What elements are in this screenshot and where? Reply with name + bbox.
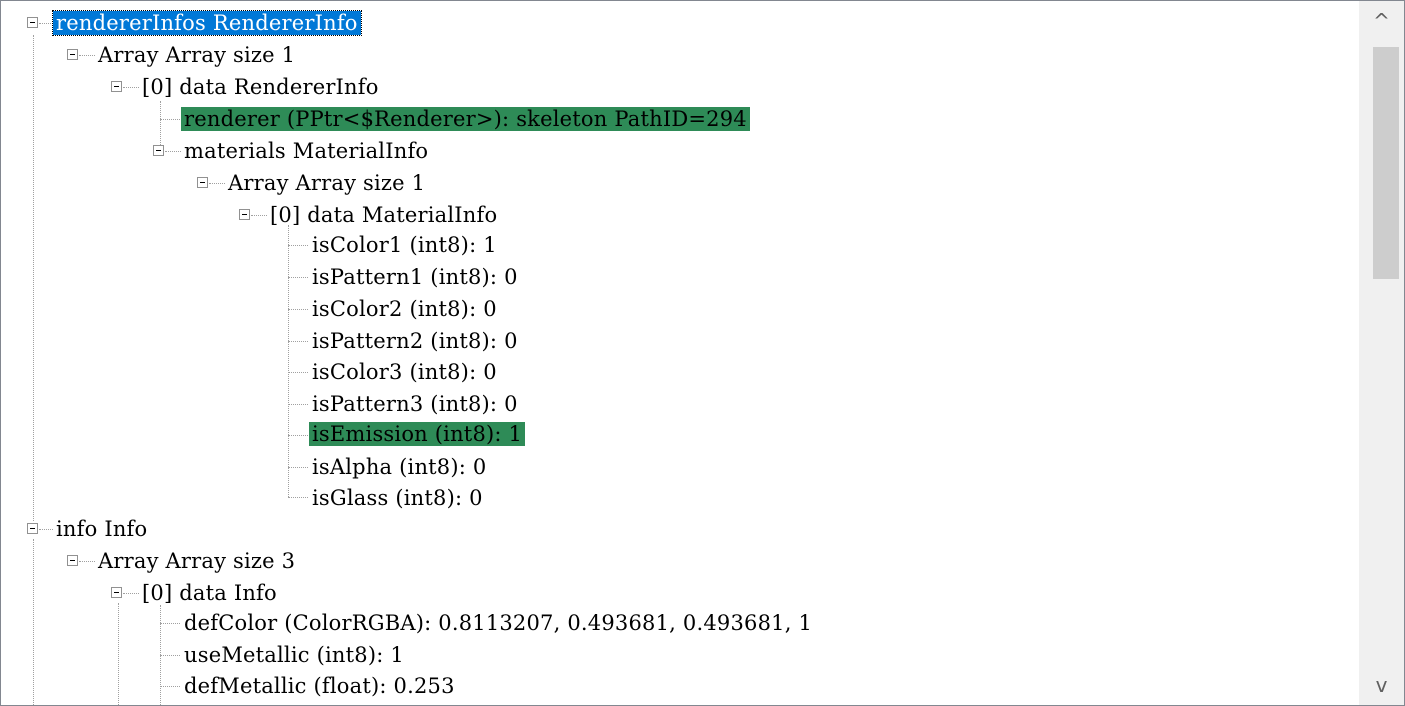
tree-connector <box>209 183 225 184</box>
tree-node-renderer-infos[interactable]: rendererInfos RendererInfo <box>52 10 362 36</box>
tree-connector <box>288 497 308 498</box>
tree-connector <box>79 55 95 56</box>
tree-connector <box>288 467 308 468</box>
tree-node-is-glass[interactable]: isGlass (int8): 0 <box>309 486 486 510</box>
tree-connector <box>288 309 308 310</box>
tree-connector <box>118 603 119 705</box>
tree-connector <box>288 404 308 405</box>
tree-content: rendererInfos RendererInfo Array Array s… <box>1 1 1357 705</box>
tree-node-use-metallic[interactable]: useMetallic (int8): 1 <box>181 643 407 667</box>
tree-connector <box>123 593 139 594</box>
tree-connector <box>160 119 180 120</box>
tree-connector <box>33 539 34 705</box>
tree-view[interactable]: rendererInfos RendererInfo Array Array s… <box>0 0 1405 706</box>
tree-node-def-metallic[interactable]: defMetallic (float): 0.253 <box>181 674 458 698</box>
tree-connector <box>79 561 95 562</box>
tree-node-material-info-data[interactable]: [0] data MaterialInfo <box>267 203 500 227</box>
tree-node-is-color2[interactable]: isColor2 (int8): 0 <box>309 297 500 321</box>
collapse-toggle-icon[interactable] <box>67 49 78 60</box>
vertical-scrollbar[interactable]: ^ v <box>1359 1 1404 705</box>
tree-connector <box>288 372 308 373</box>
collapse-toggle-icon[interactable] <box>239 209 250 220</box>
tree-connector <box>39 529 53 530</box>
tree-node-def-color[interactable]: defColor (ColorRGBA): 0.8113207, 0.49368… <box>181 611 815 635</box>
collapse-toggle-icon[interactable] <box>197 177 208 188</box>
tree-node-materials-array[interactable]: Array Array size 1 <box>225 171 428 195</box>
tree-node-renderer[interactable]: renderer (PPtr<$Renderer>): skeleton Pat… <box>181 107 750 131</box>
tree-node-info[interactable]: info Info <box>53 517 150 541</box>
tree-node-info-data[interactable]: [0] data Info <box>139 581 280 605</box>
collapse-toggle-icon[interactable] <box>27 523 38 534</box>
collapse-toggle-icon[interactable] <box>67 555 78 566</box>
tree-node-renderer-info-data[interactable]: [0] data RendererInfo <box>139 75 382 99</box>
tree-connector <box>165 151 181 152</box>
chevron-down-icon[interactable]: v <box>1359 665 1404 705</box>
tree-connector <box>288 341 308 342</box>
tree-connector <box>33 35 34 521</box>
tree-connector <box>160 686 180 687</box>
tree-connector <box>251 215 267 216</box>
tree-connector <box>123 87 139 88</box>
tree-connector <box>39 23 51 24</box>
tree-node-info-array[interactable]: Array Array size 3 <box>95 549 298 573</box>
tree-connector <box>288 277 308 278</box>
tree-node-is-pattern3[interactable]: isPattern3 (int8): 0 <box>309 392 521 416</box>
tree-node-array[interactable]: Array Array size 1 <box>95 43 298 67</box>
tree-node-is-alpha[interactable]: isAlpha (int8): 0 <box>309 455 489 479</box>
tree-connector <box>160 623 180 624</box>
tree-connector <box>288 225 289 497</box>
tree-connector <box>160 655 180 656</box>
tree-node-is-color1[interactable]: isColor1 (int8): 1 <box>309 233 500 257</box>
tree-node-is-emission[interactable]: isEmission (int8): 1 <box>309 422 526 446</box>
tree-connector <box>288 435 308 436</box>
tree-node-is-color3[interactable]: isColor3 (int8): 0 <box>309 360 500 384</box>
collapse-toggle-icon[interactable] <box>111 587 122 598</box>
tree-node-materials[interactable]: materials MaterialInfo <box>181 139 431 163</box>
collapse-toggle-icon[interactable] <box>111 81 122 92</box>
collapse-toggle-icon[interactable] <box>153 145 164 156</box>
tree-connector <box>160 101 161 145</box>
tree-connector <box>288 245 308 246</box>
tree-node-is-pattern1[interactable]: isPattern1 (int8): 0 <box>309 265 521 289</box>
scrollbar-thumb[interactable] <box>1373 47 1399 279</box>
chevron-up-icon[interactable]: ^ <box>1359 1 1404 41</box>
tree-node-is-pattern2[interactable]: isPattern2 (int8): 0 <box>309 329 521 353</box>
collapse-toggle-icon[interactable] <box>27 17 38 28</box>
